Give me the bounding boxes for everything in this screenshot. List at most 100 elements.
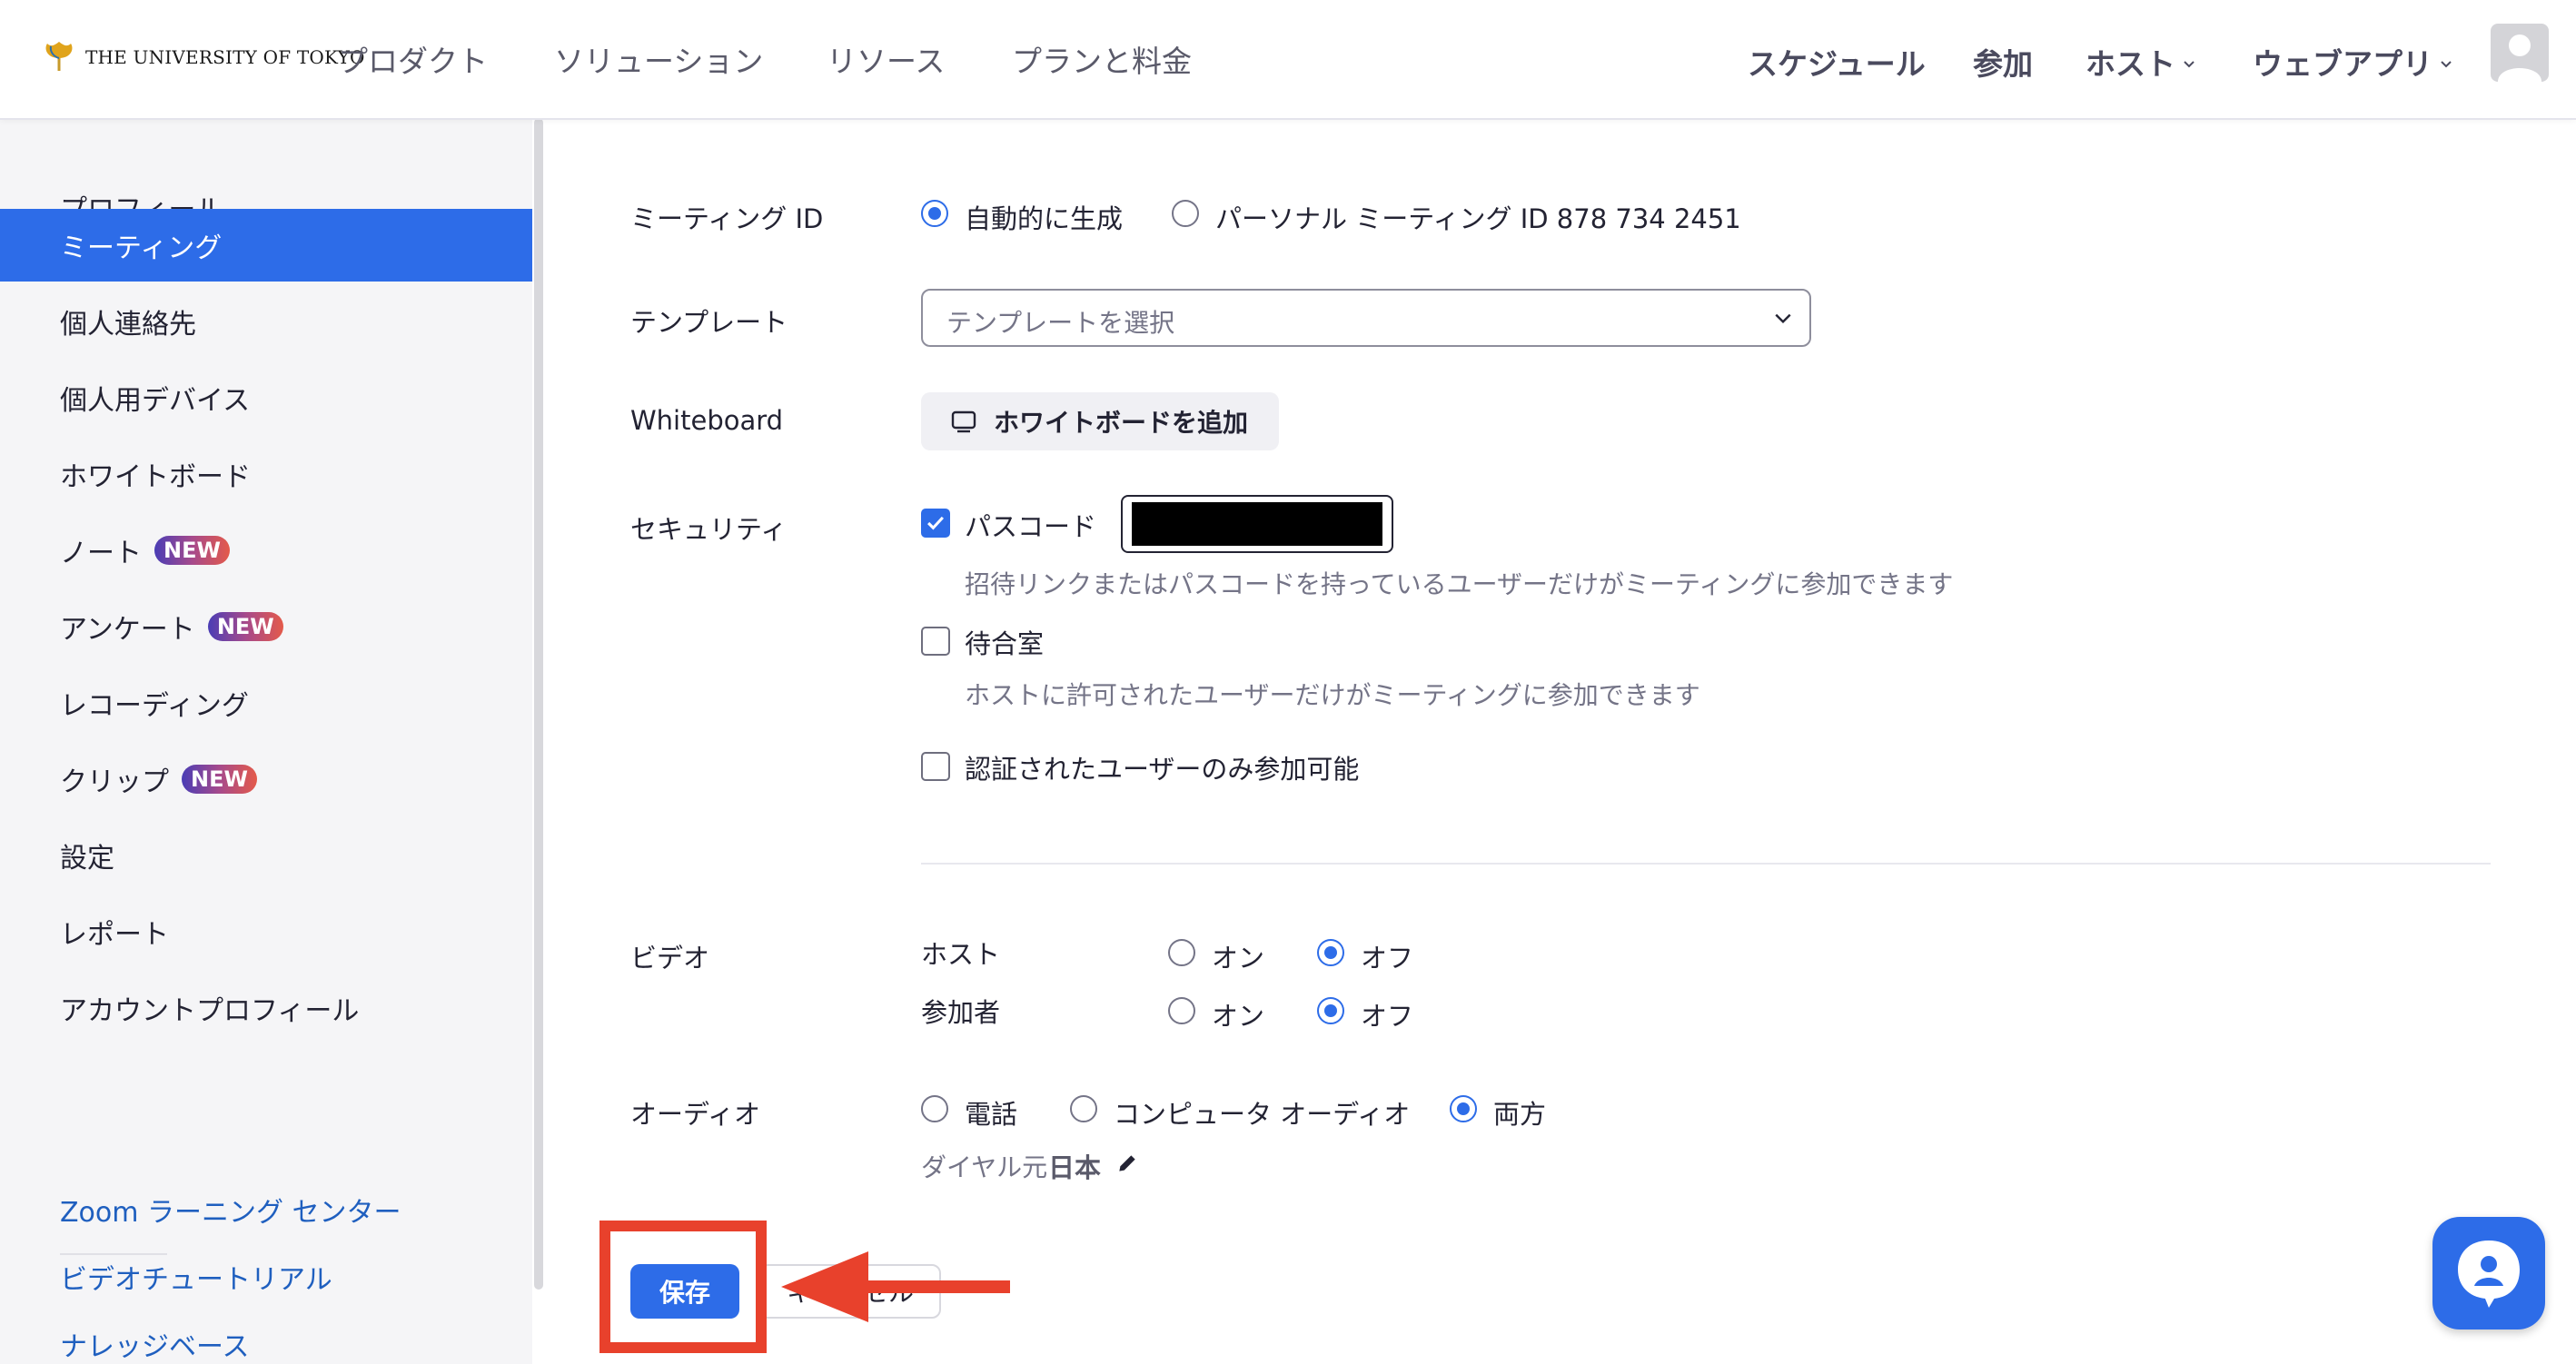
- dial-from-label: ダイヤル元: [921, 1152, 1048, 1182]
- audio-phone-radio[interactable]: [921, 1095, 948, 1122]
- nav-webapp[interactable]: ウェブアプリ: [2253, 40, 2452, 84]
- sidebar-item-label: レコーディング: [60, 690, 249, 722]
- sidebar-item-account-profile[interactable]: アカウントプロフィール: [0, 972, 532, 1044]
- audio-label: オーディオ: [630, 1099, 760, 1130]
- passcode-input[interactable]: [1121, 495, 1393, 553]
- audio-phone-label: 電話: [965, 1099, 1018, 1130]
- sidebar-item-contacts[interactable]: 個人連絡先: [0, 285, 532, 358]
- video-participant-on-label: オン: [1212, 1001, 1265, 1032]
- meeting-id-auto-radio[interactable]: [921, 200, 948, 227]
- chevron-down-icon: [2441, 61, 2452, 68]
- sidebar-item-label: ミーティング: [60, 232, 223, 264]
- audio-both-label: 両方: [1493, 1099, 1547, 1130]
- sidebar-item-reports[interactable]: レポート: [0, 895, 532, 968]
- dial-from-country: 日本: [1048, 1152, 1102, 1183]
- university-logo[interactable]: THE UNIVERSITY OF TOKYO: [42, 40, 365, 74]
- video-host-on-label: オン: [1212, 943, 1265, 974]
- link-knowledge-base[interactable]: ナレッジベース: [60, 1324, 250, 1364]
- auth-only-checkbox[interactable]: [921, 752, 950, 781]
- save-highlight-box: [599, 1221, 767, 1353]
- sidebar-item-clips[interactable]: クリップ NEW: [0, 743, 532, 815]
- user-avatar[interactable]: [2491, 24, 2549, 82]
- checkmark-icon: [927, 516, 945, 530]
- template-label: テンプレート: [630, 307, 788, 338]
- redacted-passcode: [1132, 502, 1382, 546]
- sidebar-item-label: ホワイトボード: [60, 461, 251, 493]
- ginkgo-logo-icon: [45, 42, 73, 71]
- auth-only-label: 認証されたユーザーのみ参加可能: [965, 754, 1360, 785]
- meeting-id-auto-label: 自動的に生成: [965, 203, 1124, 234]
- sidebar-item-label: 個人連絡先: [60, 309, 196, 341]
- video-host-off-radio[interactable]: [1317, 939, 1344, 966]
- pointer-arrow-icon: [781, 1251, 1010, 1322]
- sidebar-item-label: ノート: [60, 538, 142, 569]
- section-divider: [921, 863, 2491, 865]
- new-badge: NEW: [207, 612, 283, 641]
- pencil-icon[interactable]: [1115, 1151, 1139, 1175]
- user-icon: [2498, 35, 2541, 82]
- video-participant-label: 参加者: [921, 997, 1001, 1028]
- nav-webapp-label: ウェブアプリ: [2253, 46, 2432, 82]
- add-whiteboard-button[interactable]: ホワイトボードを追加: [921, 392, 1279, 450]
- sidebar-item-label: アンケート: [60, 614, 195, 646]
- template-select[interactable]: テンプレートを選択: [921, 289, 1811, 347]
- sidebar-item-devices[interactable]: 個人用デバイス: [0, 361, 532, 434]
- audio-computer-radio[interactable]: [1070, 1095, 1097, 1122]
- video-participant-off-label: オフ: [1361, 1001, 1414, 1032]
- add-whiteboard-label: ホワイトボードを追加: [994, 408, 1249, 438]
- logo-text: THE UNIVERSITY OF TOKYO: [85, 46, 365, 68]
- sidebar-item-whiteboards[interactable]: ホワイトボード: [0, 438, 532, 510]
- passcode-checkbox[interactable]: [921, 509, 950, 538]
- nav-resources[interactable]: リソース: [827, 37, 945, 81]
- nav-products[interactable]: プロダクト: [338, 37, 488, 81]
- nav-host[interactable]: ホスト: [2086, 40, 2195, 84]
- video-host-off-label: オフ: [1361, 943, 1414, 974]
- link-learning-center[interactable]: Zoom ラーニング センター: [60, 1190, 401, 1230]
- template-select-value: テンプレートを選択: [946, 308, 1175, 338]
- sidebar-item-meetings[interactable]: ミーティング: [0, 209, 532, 282]
- sidebar-divider: [60, 1253, 167, 1255]
- top-navigation: THE UNIVERSITY OF TOKYO プロダクト ソリューション リソ…: [0, 0, 2576, 120]
- meeting-id-personal-label: パーソナル ミーティング ID 878 734 2451: [1215, 203, 1741, 234]
- passcode-hint: 招待リンクまたはパスコードを持っているユーザーだけがミーティングに参加できます: [965, 569, 1954, 599]
- nav-join[interactable]: 参加: [1973, 40, 2033, 84]
- chevron-down-icon: [1775, 313, 1791, 324]
- chat-bubble-icon: [2458, 1240, 2520, 1308]
- sidebar-item-notes[interactable]: ノート NEW: [0, 514, 532, 587]
- new-badge: NEW: [154, 536, 230, 565]
- passcode-label: パスコード: [965, 511, 1097, 542]
- sidebar-item-label: 個人用デバイス: [60, 385, 251, 417]
- link-video-tutorials[interactable]: ビデオチュートリアル: [60, 1257, 332, 1297]
- sidebar-item-label: レポート: [60, 919, 169, 951]
- nav-solutions[interactable]: ソリューション: [554, 37, 763, 81]
- chevron-down-icon: [2184, 61, 2195, 68]
- sidebar: プロフィール ミーティング 個人連絡先 個人用デバイス ホワイトボード ノートN…: [0, 118, 532, 1364]
- video-host-on-radio[interactable]: [1168, 939, 1195, 966]
- chat-support-button[interactable]: [2432, 1217, 2545, 1329]
- nav-schedule[interactable]: スケジュール: [1748, 40, 1926, 84]
- sidebar-scrollbar[interactable]: [534, 118, 543, 1290]
- video-participant-off-radio[interactable]: [1317, 997, 1344, 1024]
- video-host-label: ホスト: [921, 939, 1001, 970]
- sidebar-item-label: クリップ: [60, 766, 169, 798]
- whiteboard-label: Whiteboard: [630, 405, 784, 436]
- video-participant-on-radio[interactable]: [1168, 997, 1195, 1024]
- sidebar-item-label: アカウントプロフィール: [60, 995, 360, 1027]
- meeting-id-label: ミーティング ID: [630, 203, 824, 234]
- nav-host-label: ホスト: [2086, 46, 2175, 82]
- new-badge: NEW: [182, 765, 257, 794]
- audio-computer-label: コンピュータ オーディオ: [1114, 1099, 1411, 1130]
- nav-plans-pricing[interactable]: プランと料金: [1012, 37, 1192, 81]
- meeting-id-personal-radio[interactable]: [1172, 200, 1199, 227]
- audio-both-radio[interactable]: [1450, 1095, 1477, 1122]
- video-label: ビデオ: [630, 943, 710, 974]
- sidebar-item-recordings[interactable]: レコーディング: [0, 667, 532, 739]
- waiting-room-label: 待合室: [965, 628, 1045, 659]
- sidebar-item-settings[interactable]: 設定: [0, 819, 532, 892]
- whiteboard-icon: [951, 410, 976, 433]
- waiting-room-hint: ホストに許可されたユーザーだけがミーティングに参加できます: [965, 680, 1700, 710]
- waiting-room-checkbox[interactable]: [921, 627, 950, 656]
- security-label: セキュリティ: [630, 514, 788, 545]
- sidebar-item-label: 設定: [60, 843, 114, 875]
- sidebar-item-surveys[interactable]: アンケート NEW: [0, 590, 532, 663]
